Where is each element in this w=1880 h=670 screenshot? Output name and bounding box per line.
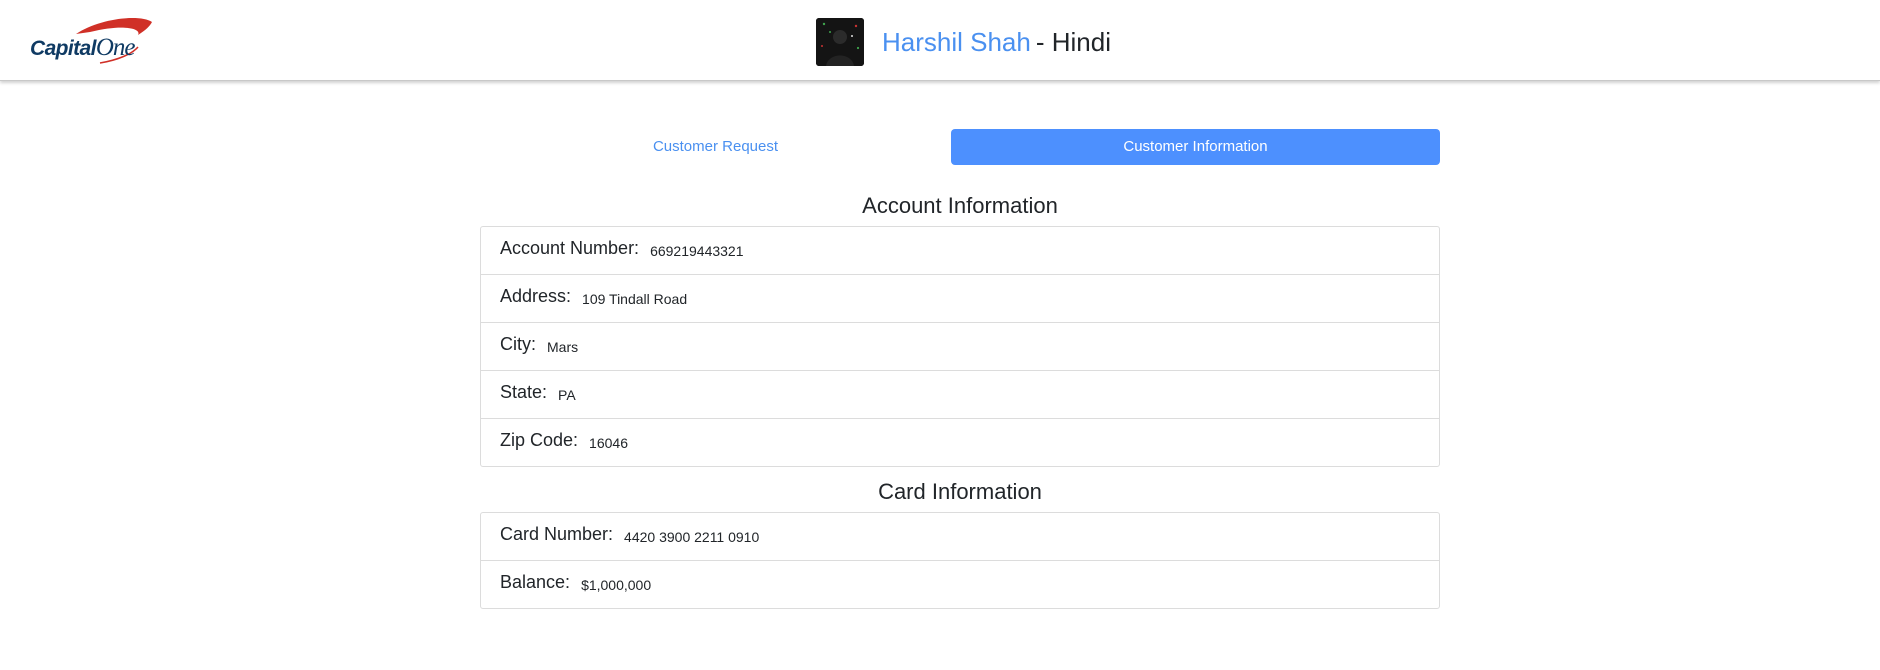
list-item-state: State: PA bbox=[481, 371, 1439, 419]
list-item-city: City: Mars bbox=[481, 323, 1439, 371]
list-item-zip-code: Zip Code: 16046 bbox=[481, 419, 1439, 466]
tab-customer-information[interactable]: Customer Information bbox=[951, 129, 1440, 165]
balance-label: Balance: bbox=[500, 572, 571, 592]
list-item-address: Address: 109 Tindall Road bbox=[481, 275, 1439, 323]
app-header: CapitalOne Harshil Shah - Hindi bbox=[0, 0, 1880, 81]
address-label: Address: bbox=[500, 286, 572, 306]
logo-text-one: One bbox=[95, 34, 136, 61]
account-information-list: Account Number: 669219443321 Address: 10… bbox=[480, 226, 1440, 467]
zip-code-label: Zip Code: bbox=[500, 430, 579, 450]
capital-one-logo[interactable]: CapitalOne bbox=[30, 16, 160, 66]
customer-profile: Harshil Shah - Hindi bbox=[816, 18, 1111, 66]
tab-bar: Customer Request Customer Information bbox=[480, 129, 1440, 165]
city-value: Mars bbox=[547, 338, 579, 355]
customer-avatar[interactable] bbox=[816, 18, 864, 66]
card-number-value: 4420 3900 2211 0910 bbox=[624, 528, 760, 545]
customer-language: - Hindi bbox=[1035, 26, 1111, 57]
state-label: State: bbox=[500, 382, 548, 402]
logo-text-main: Capital bbox=[30, 37, 96, 60]
zip-code-value: 16046 bbox=[589, 434, 628, 451]
city-label: City: bbox=[500, 334, 536, 354]
card-information-heading: Card Information bbox=[878, 479, 1042, 504]
tab-customer-request[interactable]: Customer Request bbox=[480, 129, 951, 165]
account-information-heading: Account Information bbox=[862, 193, 1058, 218]
account-number-value: 669219443321 bbox=[650, 242, 744, 259]
list-item-balance: Balance: $1,000,000 bbox=[481, 561, 1439, 608]
balance-value: $1,000,000 bbox=[581, 576, 652, 593]
account-number-label: Account Number: bbox=[500, 238, 640, 258]
state-value: PA bbox=[558, 386, 576, 403]
list-item-account-number: Account Number: 669219443321 bbox=[481, 227, 1439, 275]
card-information-list: Card Number: 4420 3900 2211 0910 Balance… bbox=[480, 512, 1440, 609]
card-number-label: Card Number: bbox=[500, 524, 614, 544]
customer-name[interactable]: Harshil Shah bbox=[882, 27, 1031, 58]
list-item-card-number: Card Number: 4420 3900 2211 0910 bbox=[481, 513, 1439, 561]
address-value: 109 Tindall Road bbox=[582, 290, 688, 307]
